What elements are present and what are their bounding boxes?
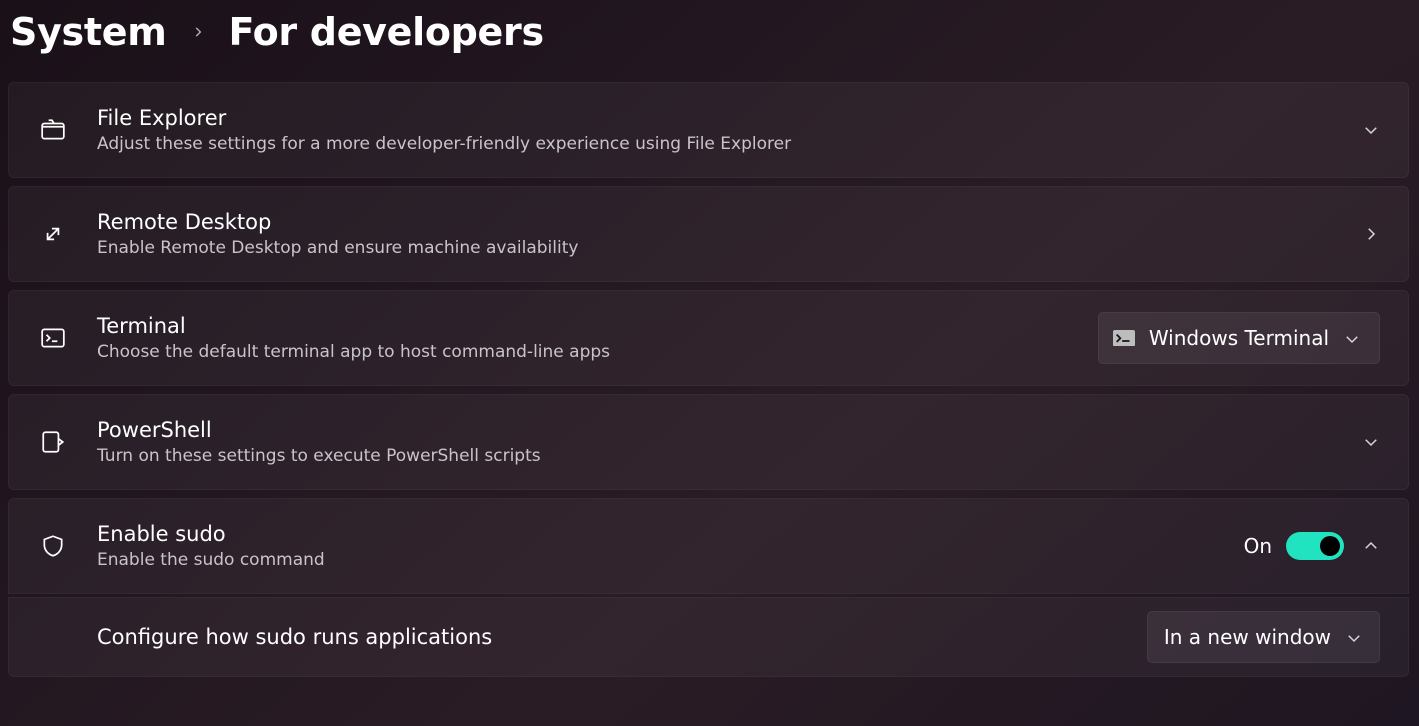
breadcrumb-parent[interactable]: System [10, 10, 167, 54]
sudo-config-row: Configure how sudo runs applications In … [8, 597, 1409, 677]
powershell-row[interactable]: PowerShell Turn on these settings to exe… [8, 394, 1409, 490]
breadcrumb: System For developers [8, 10, 1409, 54]
chevron-down-icon [1362, 121, 1380, 139]
chevron-right-icon [191, 25, 205, 39]
shield-icon [37, 530, 69, 562]
powershell-subtitle: Turn on these settings to execute PowerS… [97, 446, 1334, 466]
terminal-row: Terminal Choose the default terminal app… [8, 290, 1409, 386]
remote-desktop-row[interactable]: Remote Desktop Enable Remote Desktop and… [8, 186, 1409, 282]
sudo-toggle-label: On [1244, 534, 1272, 558]
remote-desktop-icon [37, 218, 69, 250]
terminal-dropdown[interactable]: Windows Terminal [1098, 312, 1380, 364]
chevron-down-icon [1343, 329, 1361, 347]
terminal-dropdown-value: Windows Terminal [1149, 326, 1329, 350]
file-explorer-subtitle: Adjust these settings for a more develop… [97, 134, 1334, 154]
sudo-config-title: Configure how sudo runs applications [97, 625, 1119, 649]
sudo-config-dropdown-value: In a new window [1164, 625, 1331, 649]
terminal-icon [37, 322, 69, 354]
terminal-title: Terminal [97, 314, 1070, 338]
enable-sudo-row[interactable]: Enable sudo Enable the sudo command On [8, 498, 1409, 594]
sudo-group: Enable sudo Enable the sudo command On [8, 498, 1409, 677]
sudo-toggle[interactable] [1286, 532, 1344, 560]
breadcrumb-current: For developers [229, 10, 544, 54]
file-explorer-title: File Explorer [97, 106, 1334, 130]
powershell-title: PowerShell [97, 418, 1334, 442]
chevron-down-icon [1345, 628, 1363, 646]
file-explorer-icon [37, 114, 69, 146]
chevron-up-icon [1362, 537, 1380, 555]
remote-desktop-title: Remote Desktop [97, 210, 1334, 234]
chevron-down-icon [1362, 433, 1380, 451]
windows-terminal-icon [1113, 329, 1135, 347]
sudo-config-dropdown[interactable]: In a new window [1147, 611, 1380, 663]
powershell-icon [37, 426, 69, 458]
terminal-subtitle: Choose the default terminal app to host … [97, 342, 1070, 362]
file-explorer-row[interactable]: File Explorer Adjust these settings for … [8, 82, 1409, 178]
chevron-right-icon [1362, 225, 1380, 243]
enable-sudo-title: Enable sudo [97, 522, 1216, 546]
remote-desktop-subtitle: Enable Remote Desktop and ensure machine… [97, 238, 1334, 258]
enable-sudo-subtitle: Enable the sudo command [97, 550, 1216, 570]
